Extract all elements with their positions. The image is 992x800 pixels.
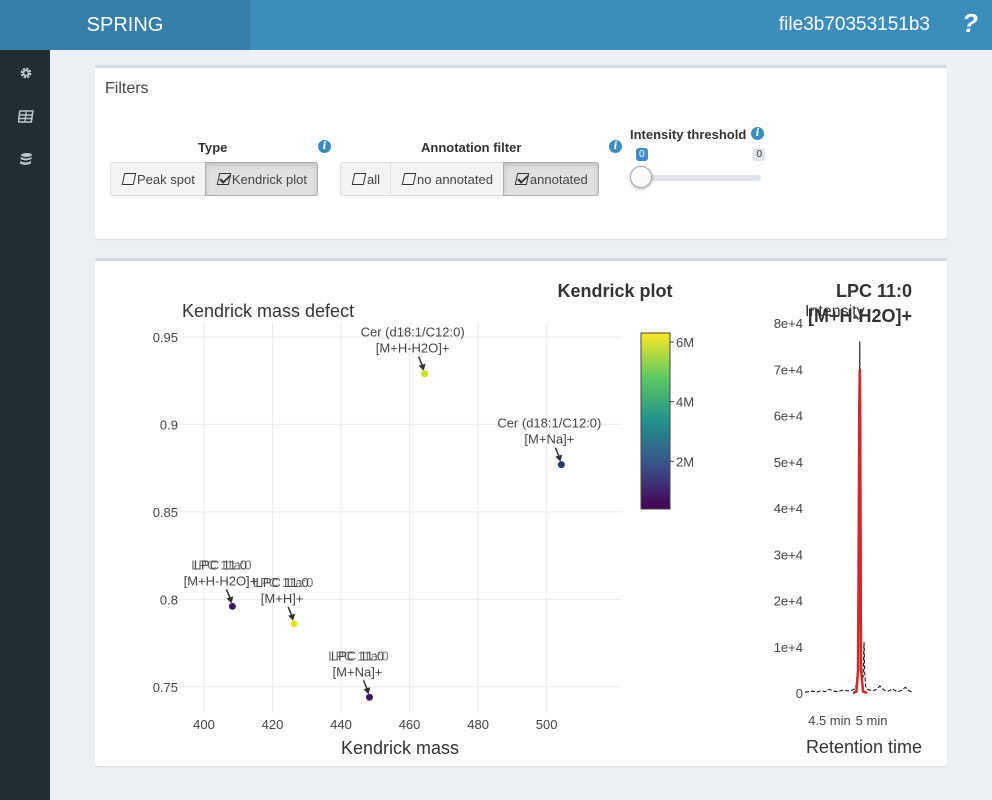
- chromatogram-y-tick: 5e+4: [774, 455, 803, 470]
- colorbar-tick-label: 6M: [676, 335, 694, 350]
- point-label-adduct: [M+Na]+: [333, 664, 383, 679]
- fitted-peak-line: [852, 369, 868, 695]
- point-label-name: Cer (d18:1/C12:0): [361, 325, 465, 340]
- chromatogram-y-tick: 0: [796, 686, 803, 701]
- chromatogram-y-tick: 2e+4: [774, 594, 803, 609]
- no-annotated-button[interactable]: no annotated: [390, 162, 504, 196]
- kendrick-y-tick: 0.8: [160, 592, 178, 607]
- data-point-group[interactable]: Cer (d18:1/C12:0)[M+H-H2O]+: [361, 325, 465, 378]
- chromatogram-y-tick: 7e+4: [774, 362, 803, 377]
- unchecked-box-icon: [351, 173, 367, 185]
- all-button[interactable]: all: [340, 162, 392, 196]
- annotation-info-icon[interactable]: i: [609, 140, 622, 153]
- colorbar-tick-label: 4M: [676, 395, 694, 410]
- data-point-group[interactable]: Cer (d18:1/C12:0)[M+Na]+: [497, 416, 601, 469]
- sidebar: [0, 50, 50, 800]
- checked-box-icon: [514, 173, 530, 185]
- intensity-threshold-label: Intensity threshold: [630, 127, 747, 142]
- unchecked-box-icon: [401, 173, 417, 185]
- plots-box: Kendrick plot Kendrick mass defect Kendr…: [95, 258, 947, 766]
- point-label-name: LPC 11:0: [194, 557, 247, 572]
- slider-value-badge: 0: [636, 148, 648, 161]
- data-point-group[interactable]: LPC 11a:0LPC 11:0[M+Na]+: [328, 648, 389, 701]
- point-label-name: LPC 11:0: [331, 648, 384, 663]
- data-point[interactable]: [557, 461, 565, 469]
- kendrick-x-tick: 440: [330, 717, 352, 732]
- app-header: SPRING file3b70353151b3 ?: [0, 0, 992, 50]
- gear-icon[interactable]: [17, 64, 35, 82]
- checked-box-icon: [216, 173, 232, 185]
- file-name: file3b70353151b3: [778, 14, 930, 35]
- plots-canvas: Kendrick plot Kendrick mass defect Kendr…: [153, 281, 922, 758]
- colorbar-tick-label: 2M: [676, 454, 694, 469]
- chromatogram-title: LPC 11:0: [836, 281, 912, 301]
- annotation-toggle-group: all no annotated annotated: [340, 162, 599, 196]
- filters-box: Filters Type i Peak spot Kendrick plot A…: [95, 65, 947, 239]
- chromatogram-y-axis-label: Intensity: [805, 303, 865, 320]
- kendrick-x-tick: 420: [262, 717, 284, 732]
- kendrick-y-tick: 0.95: [153, 330, 178, 345]
- annotated-label: annotated: [529, 171, 588, 187]
- data-point[interactable]: [290, 620, 298, 628]
- peak-spot-button[interactable]: Peak spot: [110, 162, 206, 196]
- arrow-head: [363, 687, 371, 695]
- filters-title: Filters: [105, 80, 149, 97]
- intensity-info-icon[interactable]: i: [751, 127, 764, 140]
- chromatogram-y-tick: 4e+4: [774, 501, 803, 516]
- kendrick-y-tick: 0.85: [153, 505, 178, 520]
- point-label-adduct: [M+H-H2O]+: [376, 341, 450, 356]
- chromatogram-plot: LPC 11:0 [M+H-H2O]+ Intensity Retention …: [774, 281, 922, 757]
- point-label-name: Cer (d18:1/C12:0): [497, 416, 601, 431]
- chromatogram-y-tick: 1e+4: [774, 640, 803, 655]
- app-logo[interactable]: SPRING: [0, 0, 250, 50]
- point-label-adduct: [M+Na]+: [524, 432, 574, 447]
- data-point-group[interactable]: LPC 11a:0LPC 11:0[M+H-H2O]+: [184, 557, 258, 610]
- chromatogram-y-tick: 8e+4: [774, 316, 803, 331]
- chromatogram-y-tick: 3e+4: [774, 547, 803, 562]
- point-label-adduct: [M+H-H2O]+: [184, 573, 258, 588]
- no-annotated-label: no annotated: [417, 171, 493, 187]
- type-label: Type: [198, 140, 228, 155]
- intensity-slider[interactable]: 0 0: [630, 148, 765, 188]
- chromatogram-x-tick: 4.5 min: [808, 713, 851, 728]
- point-label-name: LPC 11:0: [255, 575, 308, 590]
- type-toggle-group: Peak spot Kendrick plot: [110, 162, 318, 196]
- data-point[interactable]: [228, 602, 236, 610]
- kendrick-plot-button[interactable]: Kendrick plot: [204, 162, 318, 196]
- colorbar: [640, 332, 671, 510]
- kendrick-y-tick: 0.75: [153, 680, 178, 695]
- point-label-adduct: [M+H]+: [261, 591, 304, 606]
- data-point-group[interactable]: LPC 11a:0LPC 11:0[M+H]+: [253, 575, 313, 628]
- kendrick-plot: Kendrick plot Kendrick mass defect Kendr…: [153, 281, 694, 758]
- annotated-button[interactable]: annotated: [502, 162, 599, 196]
- chromatogram-y-tick: 6e+4: [774, 409, 803, 424]
- kendrick-plot-title: Kendrick plot: [557, 281, 672, 301]
- type-info-icon[interactable]: i: [318, 140, 331, 153]
- slider-track[interactable]: [640, 175, 761, 181]
- kendrick-x-tick: 480: [467, 717, 489, 732]
- kendrick-x-axis-label: Kendrick mass: [341, 738, 459, 758]
- slider-handle[interactable]: [630, 166, 652, 188]
- data-point[interactable]: [421, 370, 429, 378]
- chromatogram-x-tick: 5 min: [856, 713, 888, 728]
- arrow-head: [288, 613, 296, 621]
- kendrick-x-tick: 400: [193, 717, 215, 732]
- slider-max-badge: 0: [753, 148, 765, 161]
- help-icon[interactable]: ?: [962, 8, 978, 39]
- kendrick-x-tick: 460: [399, 717, 421, 732]
- kendrick-x-tick: 500: [536, 717, 558, 732]
- peak-spot-label: Peak spot: [137, 171, 195, 187]
- data-point[interactable]: [365, 693, 373, 701]
- kendrick-y-tick: 0.9: [160, 417, 178, 432]
- kendrick-plot-label: Kendrick plot: [231, 171, 307, 187]
- all-label: all: [367, 171, 381, 187]
- table-icon[interactable]: [17, 107, 35, 125]
- arrow-head: [555, 454, 563, 462]
- database-icon[interactable]: [17, 150, 35, 168]
- kendrick-y-axis-label: Kendrick mass defect: [182, 301, 354, 321]
- unchecked-box-icon: [121, 173, 137, 185]
- arrow-head: [418, 363, 426, 371]
- chromatogram-x-axis-label: Retention time: [806, 737, 922, 757]
- annotation-label: Annotation filter: [421, 140, 522, 155]
